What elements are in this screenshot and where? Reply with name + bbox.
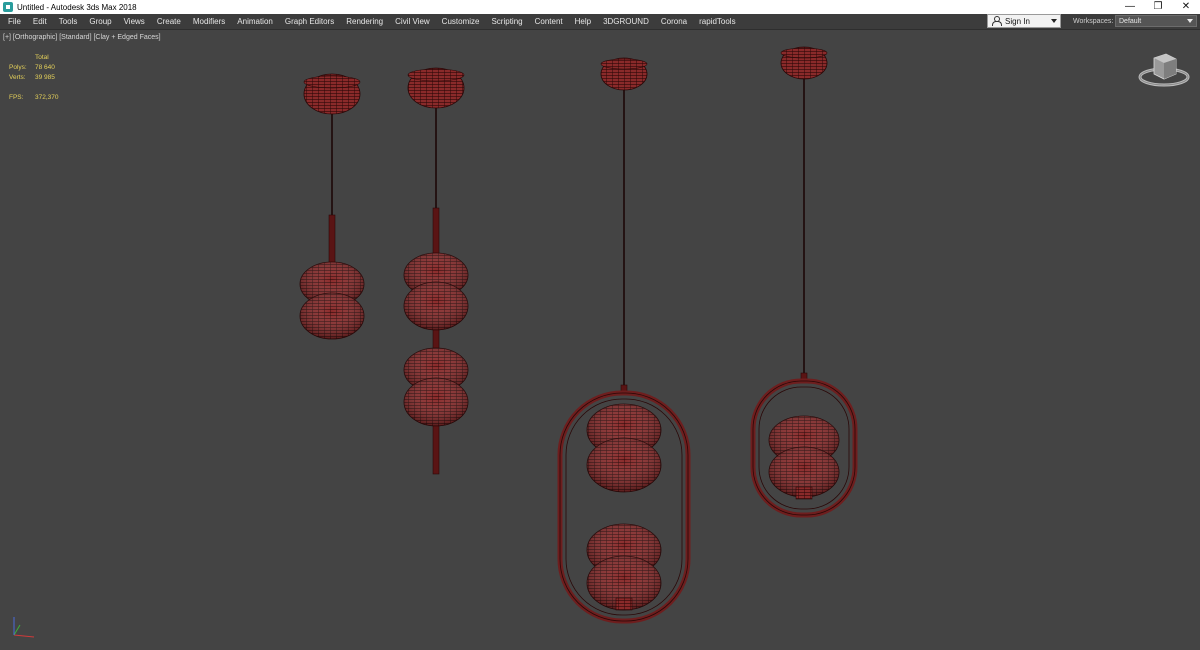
fps-value: 372,370 — [35, 94, 59, 101]
dropdown-caret-icon — [1051, 19, 1057, 23]
restore-button[interactable]: ❐ — [1144, 0, 1172, 14]
close-button[interactable]: ✕ — [1172, 0, 1200, 14]
user-icon — [991, 16, 1002, 26]
menu-rendering[interactable]: Rendering — [340, 14, 389, 29]
pendant-lamp-4[interactable] — [750, 46, 858, 518]
pendant-lamp-1[interactable] — [299, 73, 365, 340]
app-window: Untitled - Autodesk 3ds Max 2018 — ❐ ✕ F… — [0, 0, 1200, 650]
axis-tripod-icon — [13, 617, 35, 638]
viewport[interactable]: [+] [Orthographic] [Standard] [Clay + Ed… — [0, 29, 1200, 650]
menu-help[interactable]: Help — [569, 14, 597, 29]
fps-label: FPS: — [9, 94, 24, 101]
verts-label: Verts: — [9, 74, 26, 81]
menu-animation[interactable]: Animation — [231, 14, 279, 29]
viewcube-icon[interactable] — [1136, 50, 1192, 90]
sign-in-button[interactable]: Sign In — [987, 14, 1061, 28]
menu-edit[interactable]: Edit — [27, 14, 53, 29]
scene-canvas[interactable] — [0, 30, 1200, 650]
stats-header: Total — [35, 54, 49, 61]
menu-content[interactable]: Content — [529, 14, 569, 29]
menu-modifiers[interactable]: Modifiers — [187, 14, 231, 29]
workspaces-label: Workspaces: — [1073, 18, 1114, 25]
menu-civil-view[interactable]: Civil View — [389, 14, 436, 29]
window-title: Untitled - Autodesk 3ds Max 2018 — [17, 2, 137, 12]
polys-label: Polys: — [9, 64, 27, 71]
pendant-lamp-2[interactable] — [403, 67, 469, 475]
menu-items: File Edit Tools Group Views Create Modif… — [0, 14, 742, 29]
workspaces-value: Default — [1119, 17, 1142, 25]
polys-value: 78 640 — [35, 64, 55, 71]
menu-corona[interactable]: Corona — [655, 14, 693, 29]
dropdown-caret-icon — [1187, 19, 1193, 23]
menu-scripting[interactable]: Scripting — [485, 14, 528, 29]
menu-rapidtools[interactable]: rapidTools — [693, 14, 741, 29]
menu-graph-editors[interactable]: Graph Editors — [279, 14, 340, 29]
verts-value: 39 985 — [35, 74, 55, 81]
menu-create[interactable]: Create — [151, 14, 187, 29]
viewport-label[interactable]: [+] [Orthographic] [Standard] [Clay + Ed… — [3, 34, 161, 41]
menu-views[interactable]: Views — [118, 14, 151, 29]
menu-customize[interactable]: Customize — [436, 14, 486, 29]
window-controls: — ❐ ✕ — [1116, 0, 1200, 14]
menu-3dground[interactable]: 3DGROUND — [597, 14, 655, 29]
workspaces-select[interactable]: Default — [1115, 15, 1197, 27]
pendant-lamp-3[interactable] — [557, 57, 691, 624]
menu-tools[interactable]: Tools — [53, 14, 84, 29]
menu-file[interactable]: File — [2, 14, 27, 29]
sign-in-label: Sign In — [1005, 16, 1030, 26]
minimize-button[interactable]: — — [1116, 0, 1144, 14]
app-icon — [3, 2, 13, 12]
menu-bar: File Edit Tools Group Views Create Modif… — [0, 14, 1200, 29]
menu-group[interactable]: Group — [83, 14, 117, 29]
title-bar: Untitled - Autodesk 3ds Max 2018 — ❐ ✕ — [0, 0, 1200, 14]
